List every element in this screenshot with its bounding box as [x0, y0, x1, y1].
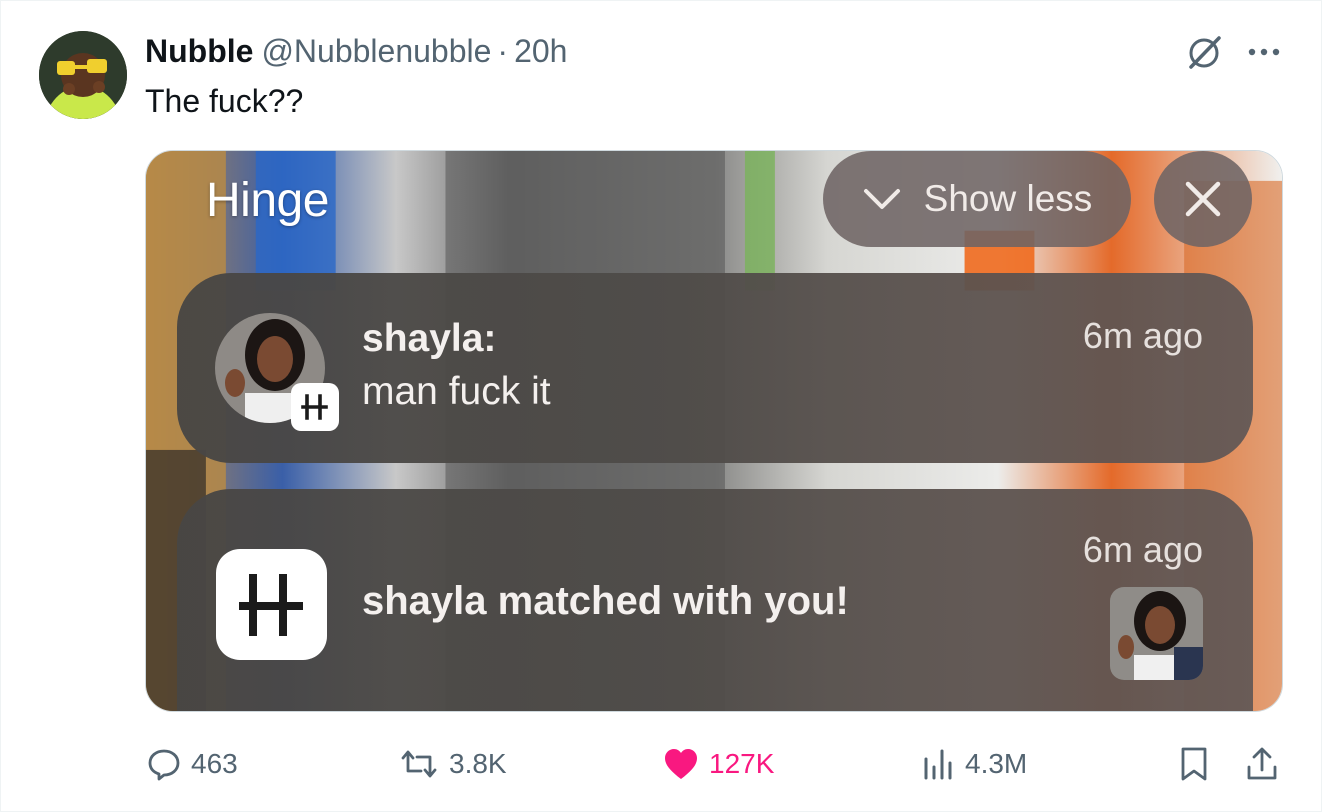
- separator-dot: ·: [497, 32, 509, 69]
- author-avatar[interactable]: [39, 31, 127, 119]
- like-count: 127K: [709, 748, 775, 779]
- notification-time: 6m ago: [1082, 315, 1203, 356]
- show-less-button[interactable]: Show less: [823, 151, 1131, 247]
- tweet-text: The fuck??: [145, 83, 304, 119]
- repost-button[interactable]: 3.8K: [399, 741, 507, 787]
- tweet-header: Nubble @Nubblenubble · 20h: [145, 31, 567, 71]
- notification-sender: shayla:: [362, 317, 497, 360]
- share-icon: [1247, 747, 1277, 780]
- bookmark-button[interactable]: [1179, 741, 1209, 787]
- match-thumbnail: [1110, 587, 1203, 680]
- chevron-down-icon: [863, 189, 900, 209]
- reply-button[interactable]: 463: [147, 741, 238, 787]
- hinge-app-icon: [216, 549, 327, 660]
- views-button[interactable]: 4.3M: [921, 741, 1027, 787]
- reply-count: 463: [191, 748, 238, 779]
- views-icon: [924, 749, 952, 780]
- author-handle[interactable]: @Nubblenubble: [261, 33, 491, 70]
- tweet-time[interactable]: 20h: [514, 33, 567, 70]
- views-count: 4.3M: [965, 748, 1028, 779]
- notification-message[interactable]: shayla: man fuck it 6m ago: [177, 273, 1253, 463]
- tweet-actions: 463 3.8K 127K 4.3M: [1, 741, 1322, 787]
- like-button[interactable]: 127K: [663, 741, 774, 787]
- hinge-badge-icon: [291, 383, 339, 431]
- grok-icon[interactable]: [1185, 34, 1223, 72]
- repost-count: 3.8K: [449, 748, 507, 779]
- app-title: Hinge: [206, 174, 329, 227]
- match-time: 6m ago: [1082, 529, 1203, 570]
- heart-icon: [665, 749, 697, 779]
- notification-body: man fuck it: [362, 370, 551, 413]
- tweet-media-image[interactable]: Hinge Show less shayla: man fuck it 6m a…: [145, 150, 1283, 712]
- close-button[interactable]: [1154, 151, 1252, 247]
- bookmark-icon: [1181, 747, 1207, 781]
- close-icon: [1185, 181, 1221, 217]
- reply-icon: [148, 749, 180, 781]
- repost-icon: [401, 750, 437, 778]
- tweet-card[interactable]: Nubble @Nubblenubble · 20h The fuck?? Hi…: [0, 0, 1322, 812]
- share-button[interactable]: [1245, 741, 1279, 787]
- more-options-icon[interactable]: [1245, 39, 1283, 65]
- author-name[interactable]: Nubble: [145, 33, 253, 70]
- match-text: shayla matched with you!: [362, 579, 849, 623]
- notification-match[interactable]: shayla matched with you! 6m ago: [177, 489, 1253, 711]
- show-less-label: Show less: [923, 178, 1093, 219]
